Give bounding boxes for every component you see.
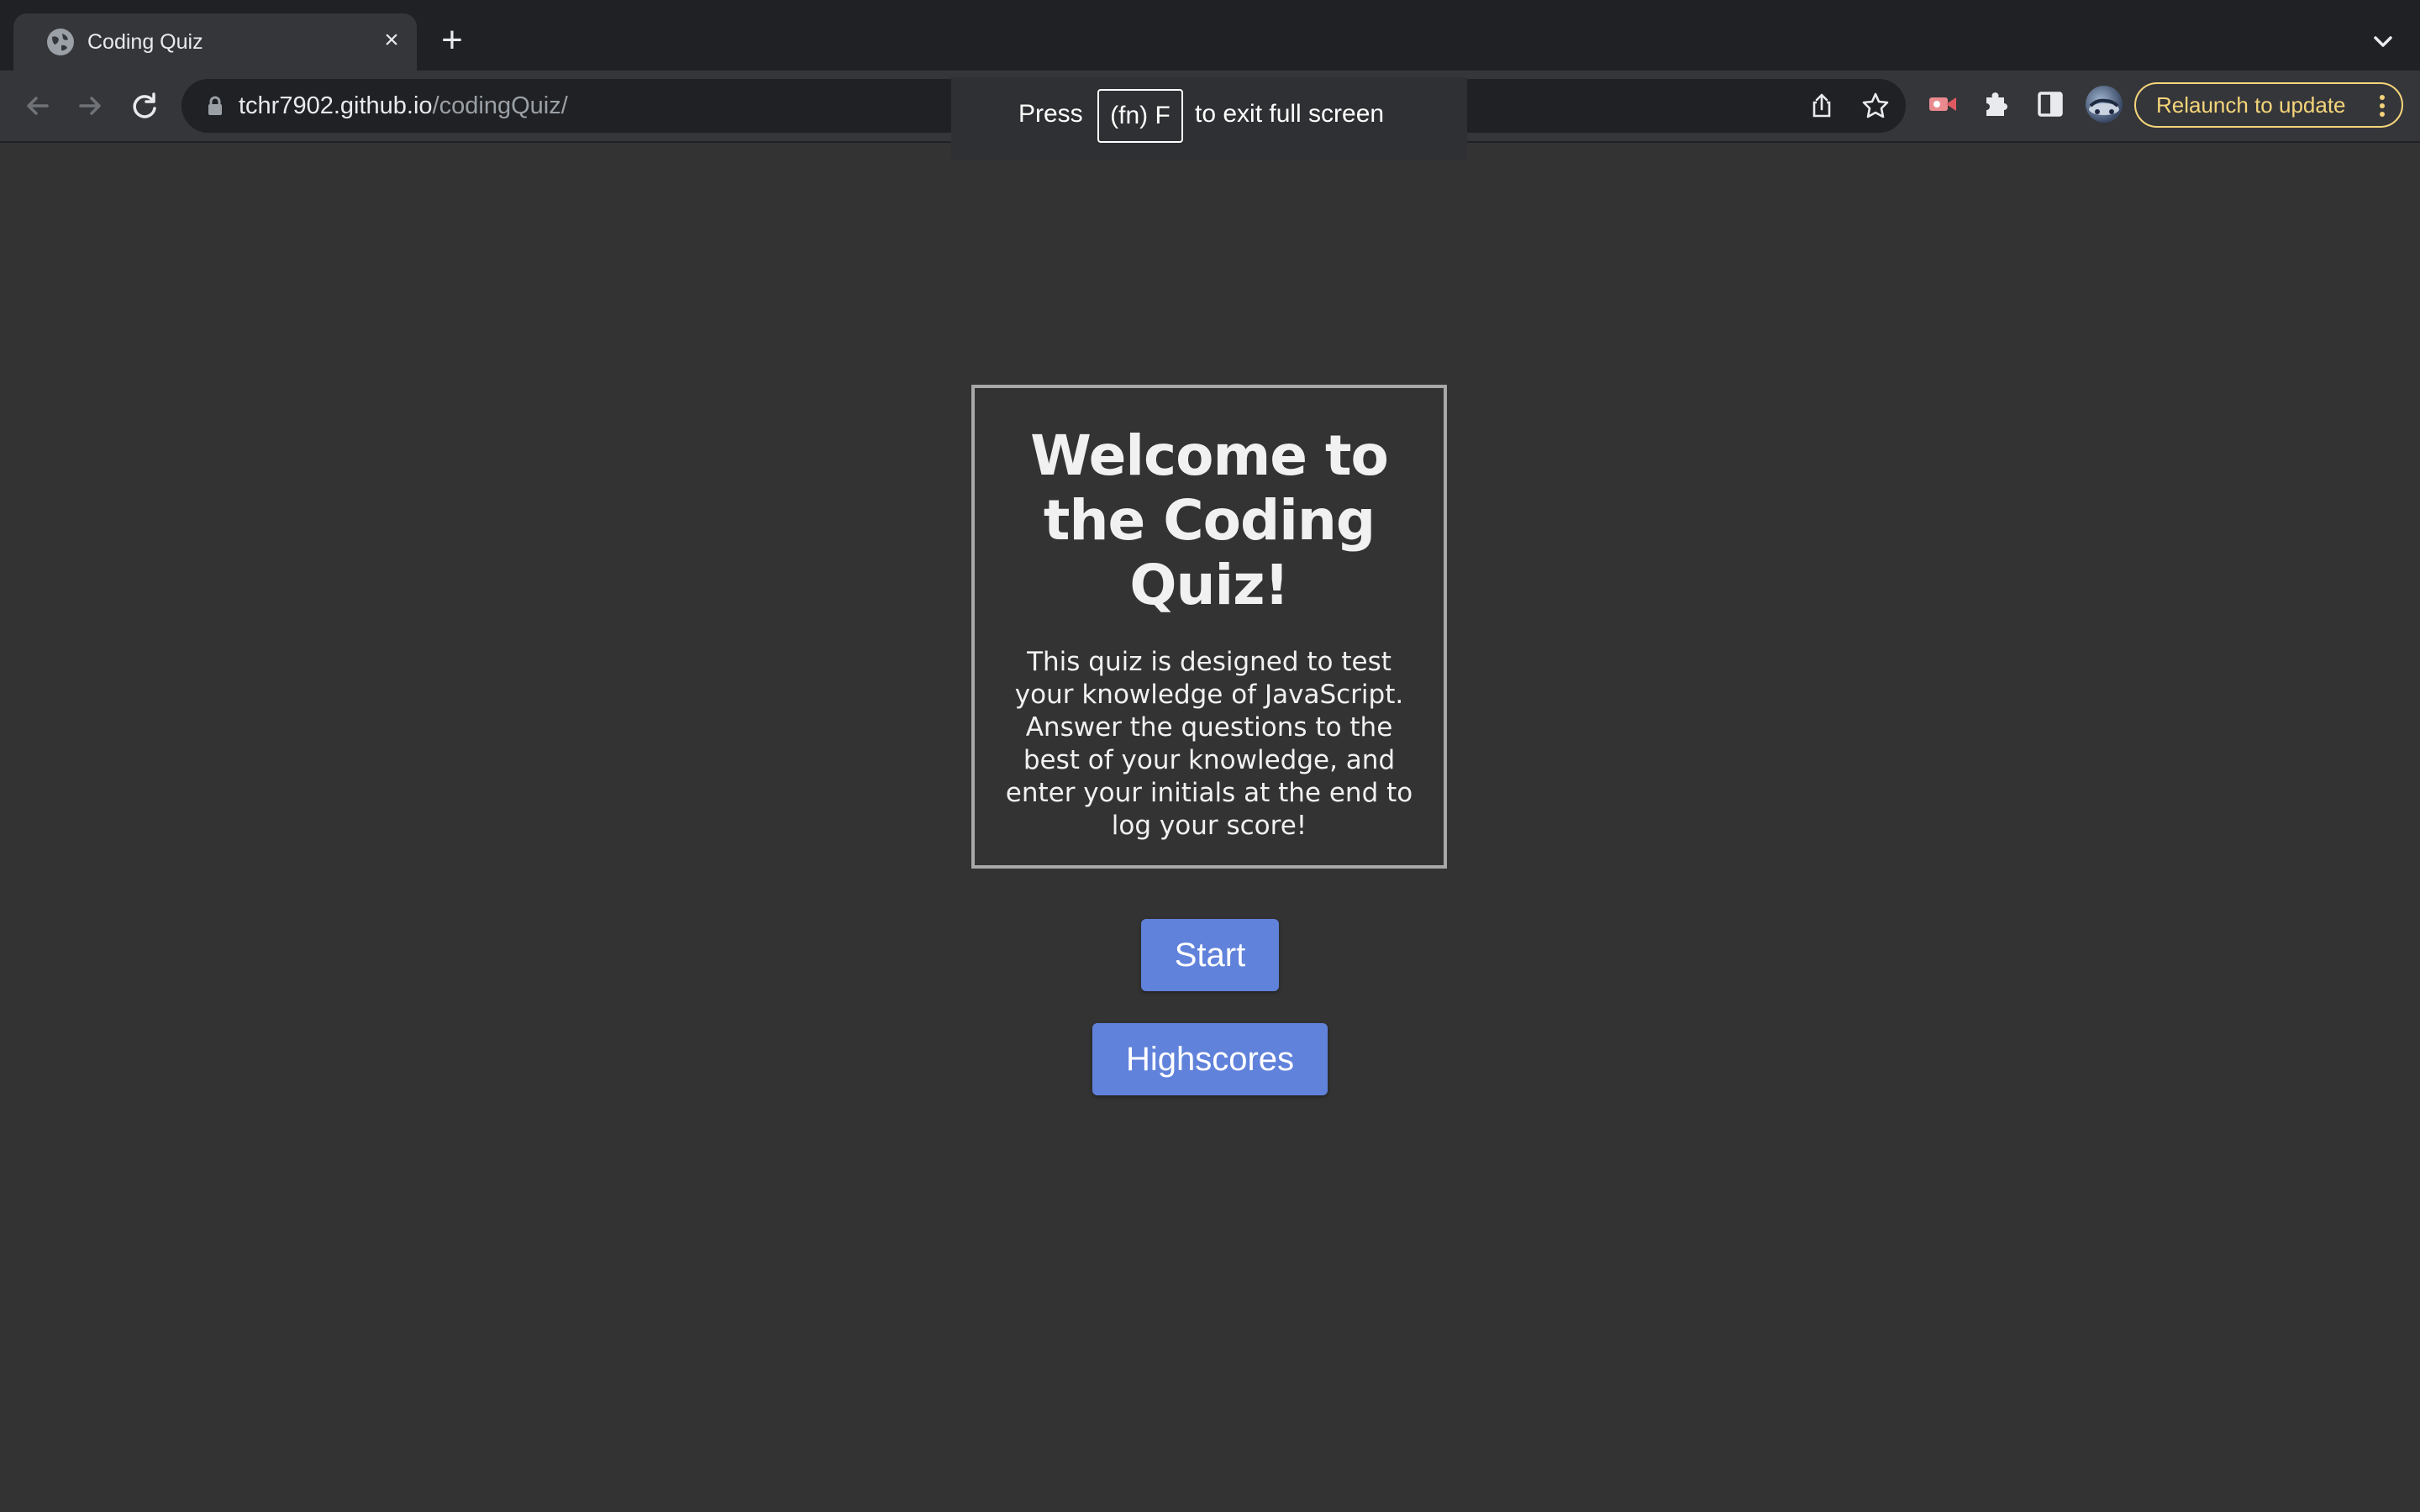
profile-avatar[interactable] [2086,86,2123,123]
welcome-heading: Welcome to the Coding Quiz! [1030,423,1389,617]
url-text: tchr7902.github.io/codingQuiz/ [239,91,568,121]
screen-recorder-extension-icon[interactable] [1926,87,1960,121]
chevron-down-icon[interactable] [2366,25,2400,59]
globe-icon [47,29,74,55]
tab-coding-quiz[interactable]: Coding Quiz × [13,13,417,71]
lock-icon[interactable] [203,94,227,118]
start-button[interactable]: Start [1141,919,1279,991]
new-tab-button[interactable]: + [435,22,469,59]
fullscreen-hint-suffix: to exit full screen [1195,100,1385,128]
more-vert-icon[interactable] [2378,91,2386,121]
puzzle-extensions-icon[interactable] [1980,87,2013,121]
tab-title: Coding Quiz [87,30,203,54]
url-host: tchr7902.github.io [239,92,433,119]
relaunch-to-update-button[interactable]: Relaunch to update [2134,82,2403,128]
highscores-button[interactable]: Highscores [1092,1023,1328,1095]
side-panel-icon[interactable] [2033,87,2067,121]
share-icon[interactable] [1807,91,1837,121]
fullscreen-hint-press: Press [1018,100,1083,128]
fullscreen-hint-key: (fn) F [1097,89,1183,143]
tab-close-icon[interactable]: × [376,25,407,55]
fullscreen-exit-hint: Press (fn) F to exit full screen [951,77,1467,160]
bookmark-star-icon[interactable] [1860,91,1891,121]
back-arrow-icon[interactable] [18,87,55,124]
url-path: /codingQuiz/ [432,92,568,119]
relaunch-label: Relaunch to update [2156,92,2346,118]
reload-icon[interactable] [126,87,163,124]
quiz-description: This quiz is designed to test your knowl… [1005,647,1413,841]
welcome-card: Welcome to the Coding Quiz! This quiz is… [971,385,1447,869]
forward-arrow-icon[interactable] [72,87,109,124]
browser-window: Coding Quiz × + tchr7902.github.io/codin… [0,0,2420,1512]
tab-strip: Coding Quiz × + [0,0,2420,71]
